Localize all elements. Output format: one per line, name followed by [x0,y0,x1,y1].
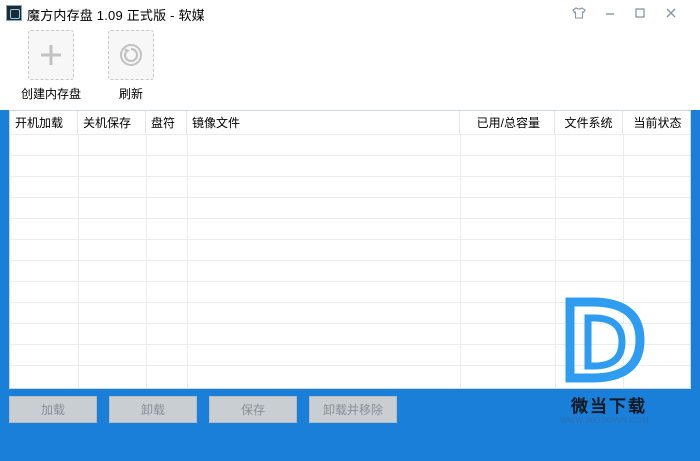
table-row [10,260,690,280]
tshirt-icon[interactable] [568,2,590,24]
save-button[interactable]: 保存 [209,396,297,423]
create-ramdisk-label: 创建内存盘 [20,87,81,101]
table-row [10,197,690,217]
toolbar: 创建内存盘 刷新 [0,26,700,110]
app-window: 魔方内存盘 1.09 正式版 - 软媒 创建内存盘 刷新 开机加载 关机保存 盘… [0,0,700,461]
app-icon [6,5,22,21]
close-icon[interactable] [660,2,682,24]
load-button[interactable]: 加载 [9,396,97,423]
unload-remove-button[interactable]: 卸载并移除 [309,396,397,423]
refresh-label: 刷新 [118,87,143,101]
maximize-icon[interactable] [629,2,651,24]
column-header[interactable]: 文件系统 [555,111,623,134]
column-header[interactable]: 关机保存 [78,111,146,134]
refresh-icon [108,30,154,80]
create-ramdisk-button[interactable]: 创建内存盘 [16,30,86,102]
table-header: 开机加载 关机保存 盘符 镜像文件 已用/总容量 文件系统 当前状态 [10,111,690,134]
title-bar: 魔方内存盘 1.09 正式版 - 软媒 [0,0,700,26]
column-header[interactable]: 当前状态 [623,111,690,134]
table-row [10,134,690,154]
window-title: 魔方内存盘 1.09 正式版 - 软媒 [27,8,205,23]
table-row [10,218,690,238]
plus-icon [28,30,74,80]
table-row [10,176,690,196]
table-row [10,155,690,175]
unload-button[interactable]: 卸载 [109,396,197,423]
minimize-icon[interactable] [599,2,621,24]
refresh-button[interactable]: 刷新 [96,30,166,102]
column-header[interactable]: 镜像文件 [187,111,460,134]
watermark-url: WWW.WEIDOWN.COM [560,416,649,425]
column-header[interactable]: 盘符 [146,111,187,134]
column-header[interactable]: 开机加载 [10,111,78,134]
column-header[interactable]: 已用/总容量 [460,111,555,134]
watermark-text: 微当下载 [571,397,647,416]
table-row [10,239,690,259]
